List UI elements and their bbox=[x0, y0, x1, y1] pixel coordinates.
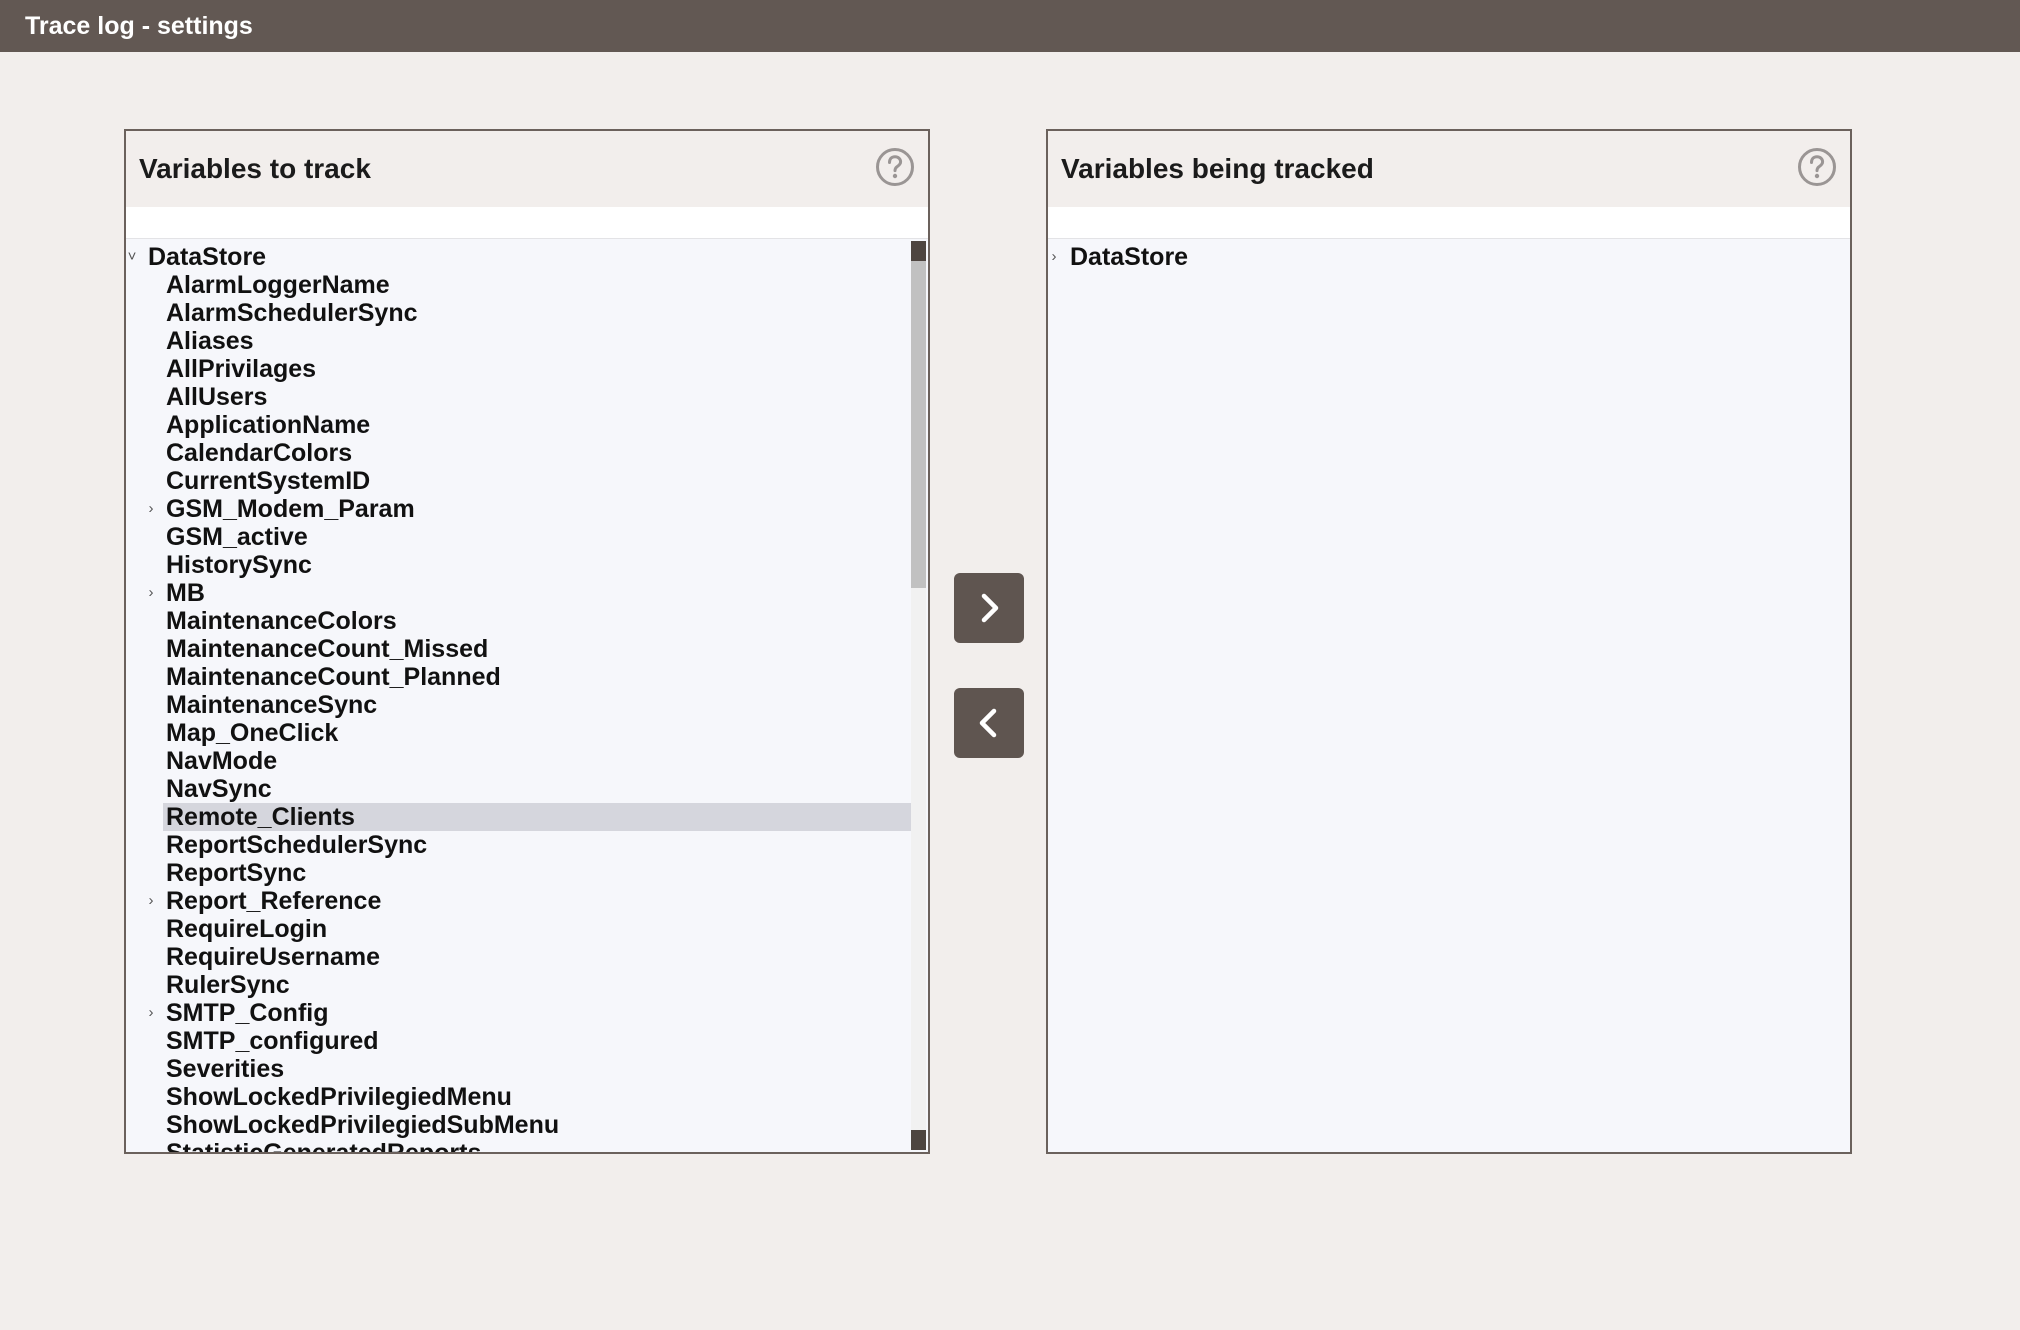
tree-item[interactable]: Remote_Clients bbox=[163, 803, 911, 831]
tree-item[interactable]: StatisticGeneratedReports bbox=[163, 1139, 481, 1152]
tree-item-label: MaintenanceCount_Missed bbox=[166, 635, 489, 663]
variables-to-track-panel: Variables to track ˅ DataStore AlarmLogger… bbox=[124, 129, 930, 1154]
tree-item-label: HistorySync bbox=[166, 551, 312, 579]
tree-item[interactable]: › GSM_Modem_Param bbox=[149, 495, 415, 523]
panel-title: Variables to track bbox=[139, 153, 371, 184]
add-to-tracked-button[interactable] bbox=[954, 573, 1024, 643]
chevron-right-icon bbox=[981, 593, 999, 623]
tree-item-label: Report_Reference bbox=[166, 887, 382, 915]
tree-item-label: Map_OneClick bbox=[166, 719, 339, 747]
tree-item[interactable]: RequireLogin bbox=[163, 915, 327, 943]
panel-header: Variables to track bbox=[126, 131, 928, 207]
tree-item[interactable]: Aliases bbox=[163, 327, 254, 355]
tree-item-label: AlarmSchedulerSync bbox=[166, 299, 418, 327]
tree-item[interactable]: GSM_active bbox=[163, 523, 308, 551]
tree-item[interactable]: Map_OneClick bbox=[163, 719, 338, 747]
chevron-left-icon bbox=[979, 708, 997, 738]
tree-item[interactable]: SMTP_configured bbox=[163, 1027, 379, 1055]
tree-item-label: ReportSync bbox=[166, 859, 307, 887]
tree-item[interactable]: › DataStore bbox=[1052, 243, 1189, 271]
tree-item[interactable]: ReportSync bbox=[163, 859, 306, 887]
tree-item[interactable]: Severities bbox=[163, 1055, 284, 1083]
panel-header: Variables being tracked bbox=[1048, 131, 1850, 207]
tree-item[interactable]: NavSync bbox=[163, 775, 272, 803]
tree-item-label: ApplicationName bbox=[166, 411, 371, 439]
tree-scrollbar[interactable] bbox=[911, 241, 926, 1150]
help-icon[interactable] bbox=[1797, 147, 1837, 187]
tree-item-label: MaintenanceCount_Planned bbox=[166, 663, 501, 691]
tree-item[interactable]: RequireUsername bbox=[163, 943, 380, 971]
panel-title: Variables being tracked bbox=[1061, 153, 1374, 184]
tree-item[interactable]: MaintenanceColors bbox=[163, 607, 397, 635]
tree-item[interactable]: ApplicationName bbox=[163, 411, 370, 439]
tree-item[interactable]: AlarmLoggerName bbox=[163, 271, 390, 299]
tree-item-label: SMTP_configured bbox=[166, 1027, 379, 1055]
variables-tree: ˅ DataStore AlarmLoggerName AlarmSchedulerS… bbox=[126, 241, 928, 1152]
tree-item[interactable]: ShowLockedPrivilegiedSubMenu bbox=[163, 1111, 559, 1139]
chevron-down-icon[interactable]: ˅ bbox=[126, 243, 140, 271]
tree-item-label: AlarmLoggerName bbox=[166, 271, 390, 299]
tree-item-label: NavSync bbox=[166, 775, 272, 803]
tree-item[interactable]: CalendarColors bbox=[163, 439, 352, 467]
filter-input[interactable] bbox=[126, 207, 928, 239]
tree-item[interactable]: AllPrivilages bbox=[163, 355, 316, 383]
tree-item-label: GSM_Modem_Param bbox=[166, 495, 415, 523]
tree-item-label: ShowLockedPrivilegiedMenu bbox=[166, 1083, 512, 1111]
chevron-right-icon[interactable]: › bbox=[143, 999, 159, 1027]
tree-item[interactable]: › SMTP_Config bbox=[149, 999, 329, 1027]
tree-item-label: CurrentSystemID bbox=[166, 467, 371, 495]
tree-item-label: AllPrivilages bbox=[166, 355, 317, 383]
tree-item-label: Aliases bbox=[166, 327, 254, 355]
tree-item-label: DataStore bbox=[1070, 243, 1189, 271]
tree-item[interactable]: MaintenanceSync bbox=[163, 691, 377, 719]
tree-item-label: DataStore bbox=[148, 243, 267, 271]
tree-item[interactable]: ˅ DataStore bbox=[128, 243, 267, 271]
tree-item-label: GSM_active bbox=[166, 523, 308, 551]
tree-item[interactable]: RulerSync bbox=[163, 971, 290, 999]
tree-item[interactable]: AllUsers bbox=[163, 383, 267, 411]
variables-being-tracked-panel: Variables being tracked › DataStore bbox=[1046, 129, 1852, 1154]
chevron-right-icon[interactable]: › bbox=[1048, 243, 1062, 271]
scroll-thumb[interactable] bbox=[911, 261, 926, 588]
remove-from-tracked-button[interactable] bbox=[954, 688, 1024, 758]
tree-item[interactable]: ShowLockedPrivilegiedMenu bbox=[163, 1083, 512, 1111]
tree-item[interactable]: NavMode bbox=[163, 747, 277, 775]
tree-item-label: AllUsers bbox=[166, 383, 268, 411]
tree-item-label: Severities bbox=[166, 1055, 285, 1083]
tree-item[interactable]: MaintenanceCount_Planned bbox=[163, 663, 501, 691]
tree-item-label: RequireLogin bbox=[166, 915, 328, 943]
tree-item[interactable]: › Report_Reference bbox=[149, 887, 382, 915]
tree-item-label: Remote_Clients bbox=[166, 803, 355, 831]
chevron-right-icon[interactable]: › bbox=[143, 887, 159, 915]
tree-item-label: RulerSync bbox=[166, 971, 290, 999]
tree-item-label: ReportSchedulerSync bbox=[166, 831, 428, 859]
tree-item-label: MB bbox=[166, 579, 205, 607]
tracked-tree: › DataStore bbox=[1048, 241, 1850, 1152]
tree-item[interactable]: CurrentSystemID bbox=[163, 467, 370, 495]
tree-item-label: RequireUsername bbox=[166, 943, 380, 971]
tree-item-label: MaintenanceSync bbox=[166, 691, 378, 719]
window-title: Trace log - settings bbox=[0, 0, 2020, 52]
tree-item-label: NavMode bbox=[166, 747, 278, 775]
tree-item-label: MaintenanceColors bbox=[166, 607, 397, 635]
scroll-down-arrow[interactable] bbox=[911, 1130, 926, 1150]
filter-input[interactable] bbox=[1048, 207, 1850, 239]
tree-item-label: CalendarColors bbox=[166, 439, 353, 467]
tree-item[interactable]: › MB bbox=[149, 579, 205, 607]
tree-item[interactable]: ReportSchedulerSync bbox=[163, 831, 427, 859]
tree-item[interactable]: MaintenanceCount_Missed bbox=[163, 635, 488, 663]
chevron-right-icon[interactable]: › bbox=[143, 579, 159, 607]
tree-item[interactable]: AlarmSchedulerSync bbox=[163, 299, 418, 327]
chevron-right-icon[interactable]: › bbox=[143, 495, 159, 523]
tree-item-label: StatisticGeneratedReports bbox=[163, 1139, 481, 1152]
tree-item-label: SMTP_Config bbox=[166, 999, 329, 1027]
scroll-up-arrow[interactable] bbox=[911, 241, 926, 261]
help-icon[interactable] bbox=[875, 147, 915, 187]
tree-item-label: ShowLockedPrivilegiedSubMenu bbox=[166, 1111, 560, 1139]
tree-item[interactable]: HistorySync bbox=[163, 551, 312, 579]
